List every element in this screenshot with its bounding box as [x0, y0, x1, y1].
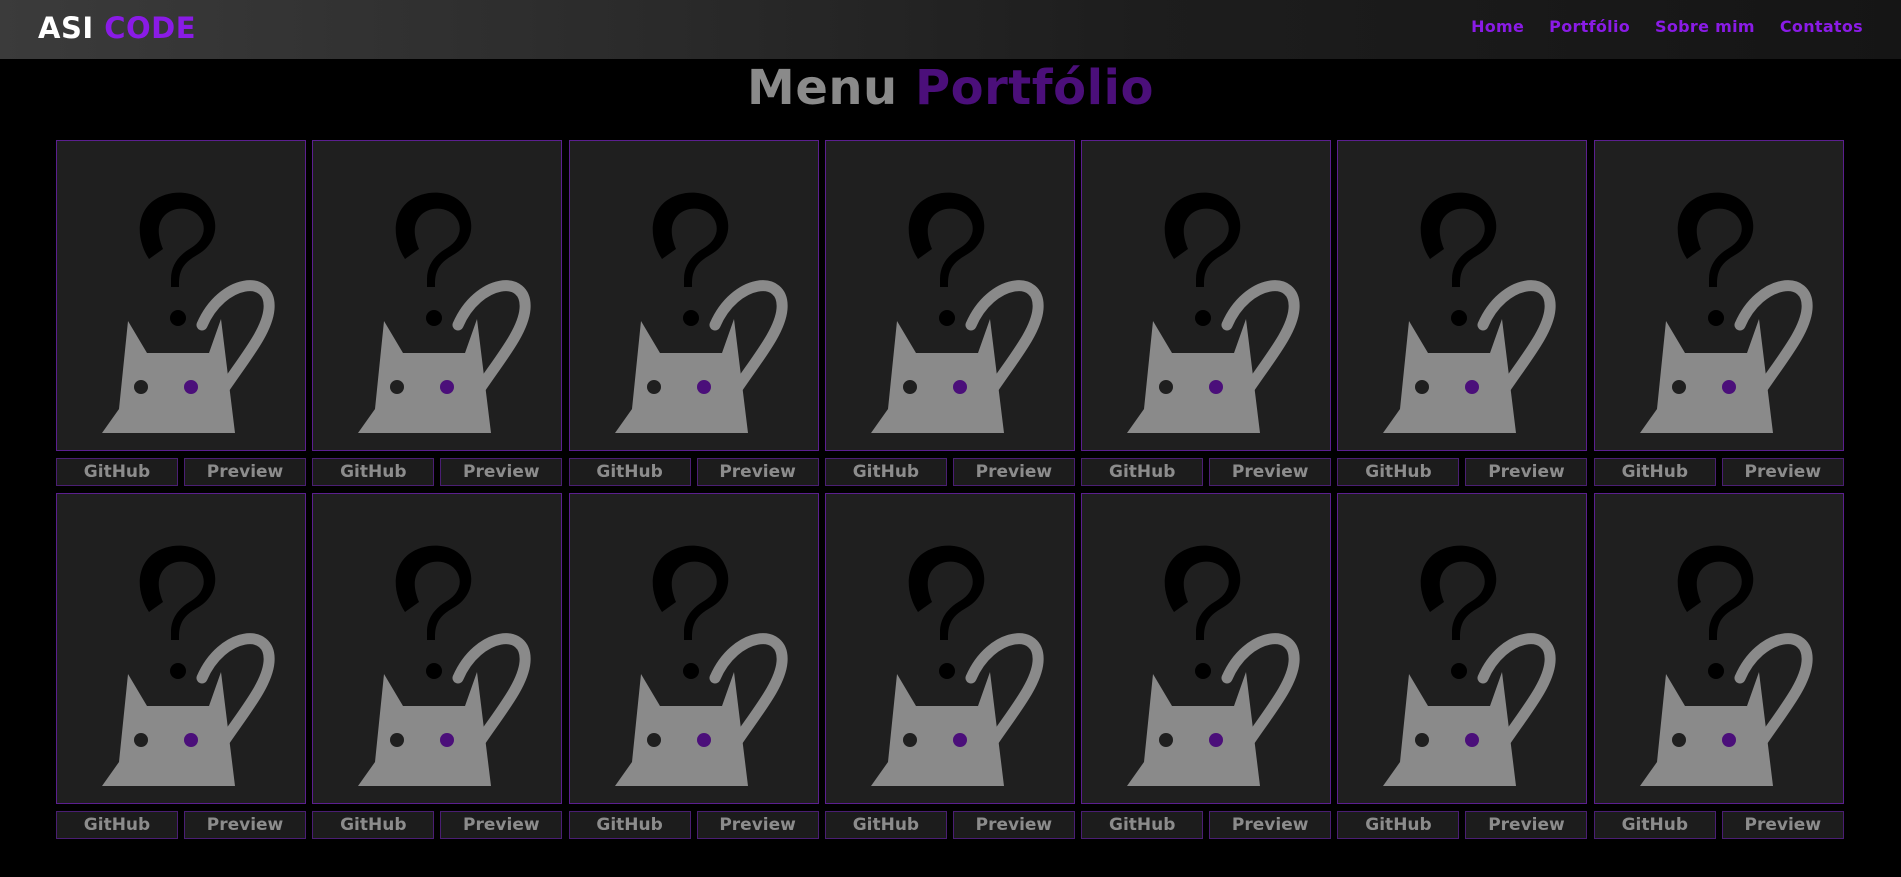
nav-link-home[interactable]: Home — [1471, 17, 1524, 37]
preview-button[interactable]: Preview — [696, 458, 819, 486]
preview-button[interactable]: Preview — [952, 458, 1075, 486]
project-buttons: GitHub Preview — [1081, 811, 1332, 839]
project-thumbnail[interactable] — [56, 140, 306, 451]
github-button[interactable]: GitHub — [312, 811, 435, 839]
project-buttons: GitHub Preview — [1081, 458, 1332, 486]
project-thumbnail[interactable] — [824, 140, 1075, 451]
github-button[interactable]: GitHub — [568, 811, 691, 839]
project-thumbnail[interactable] — [312, 493, 563, 804]
preview-button[interactable]: Preview — [1209, 811, 1332, 839]
project-buttons: GitHub Preview — [568, 811, 819, 839]
nav-link-contacts[interactable]: Contatos — [1780, 17, 1863, 37]
preview-button[interactable]: Preview — [1721, 811, 1844, 839]
preview-button[interactable]: Preview — [1465, 458, 1588, 486]
project-thumbnail[interactable] — [568, 493, 819, 804]
project-thumbnail[interactable] — [56, 493, 306, 804]
github-button[interactable]: GitHub — [568, 458, 691, 486]
page-title: Menu Portfólio — [0, 58, 1901, 118]
project-thumbnail[interactable] — [1081, 493, 1332, 804]
top-navbar: ASI CODE Home Portfólio Sobre mim Contat… — [0, 0, 1901, 59]
github-button[interactable]: GitHub — [56, 811, 178, 839]
preview-button[interactable]: Preview — [1465, 811, 1588, 839]
preview-button[interactable]: Preview — [1721, 458, 1844, 486]
site-logo[interactable]: ASI CODE — [38, 10, 196, 46]
nav-link-about[interactable]: Sobre mim — [1655, 17, 1755, 37]
preview-button[interactable]: Preview — [1209, 458, 1332, 486]
project-buttons: GitHub Preview — [1337, 811, 1588, 839]
main-nav: Home Portfólio Sobre mim Contatos — [1471, 17, 1863, 37]
project-card: GitHub Preview — [56, 140, 306, 486]
github-button[interactable]: GitHub — [824, 458, 947, 486]
github-button[interactable]: GitHub — [1081, 458, 1204, 486]
project-card: GitHub Preview — [1337, 493, 1588, 839]
project-buttons: GitHub Preview — [56, 811, 306, 839]
project-thumbnail[interactable] — [568, 140, 819, 451]
project-thumbnail[interactable] — [1081, 140, 1332, 451]
page-title-part2: Portfólio — [914, 60, 1154, 116]
project-buttons: GitHub Preview — [312, 811, 563, 839]
logo-text-accent: CODE — [104, 11, 197, 45]
nav-link-portfolio[interactable]: Portfólio — [1549, 17, 1630, 37]
logo-text-primary: ASI — [38, 11, 94, 45]
preview-button[interactable]: Preview — [696, 811, 819, 839]
github-button[interactable]: GitHub — [56, 458, 178, 486]
project-card: GitHub Preview — [568, 140, 819, 486]
project-thumbnail[interactable] — [1593, 140, 1844, 451]
github-button[interactable]: GitHub — [1337, 458, 1460, 486]
project-thumbnail[interactable] — [824, 493, 1075, 804]
project-card: GitHub Preview — [1593, 493, 1844, 839]
project-card: GitHub Preview — [56, 493, 306, 839]
project-card: GitHub Preview — [824, 140, 1075, 486]
project-buttons: GitHub Preview — [1337, 458, 1588, 486]
project-thumbnail[interactable] — [312, 140, 563, 451]
project-card: GitHub Preview — [1337, 140, 1588, 486]
project-card: GitHub Preview — [1593, 140, 1844, 486]
github-button[interactable]: GitHub — [1593, 811, 1716, 839]
preview-button[interactable]: Preview — [440, 458, 563, 486]
preview-button[interactable]: Preview — [184, 458, 306, 486]
project-thumbnail[interactable] — [1337, 493, 1588, 804]
github-button[interactable]: GitHub — [824, 811, 947, 839]
project-card: GitHub Preview — [1081, 140, 1332, 486]
project-buttons: GitHub Preview — [824, 811, 1075, 839]
github-button[interactable]: GitHub — [312, 458, 435, 486]
project-card: GitHub Preview — [568, 493, 819, 839]
project-buttons: GitHub Preview — [824, 458, 1075, 486]
project-card: GitHub Preview — [312, 493, 563, 839]
projects-grid: GitHub Preview GitHub Preview GitHub Previe… — [56, 140, 1844, 839]
project-buttons: GitHub Preview — [1593, 458, 1844, 486]
preview-button[interactable]: Preview — [440, 811, 563, 839]
page-title-part1: Menu — [747, 60, 898, 116]
project-buttons: GitHub Preview — [568, 458, 819, 486]
project-card: GitHub Preview — [824, 493, 1075, 839]
github-button[interactable]: GitHub — [1081, 811, 1204, 839]
github-button[interactable]: GitHub — [1337, 811, 1460, 839]
preview-button[interactable]: Preview — [184, 811, 306, 839]
project-buttons: GitHub Preview — [1593, 811, 1844, 839]
preview-button[interactable]: Preview — [952, 811, 1075, 839]
project-card: GitHub Preview — [312, 140, 563, 486]
project-thumbnail[interactable] — [1593, 493, 1844, 804]
project-thumbnail[interactable] — [1337, 140, 1588, 451]
project-card: GitHub Preview — [1081, 493, 1332, 839]
project-buttons: GitHub Preview — [56, 458, 306, 486]
github-button[interactable]: GitHub — [1593, 458, 1716, 486]
project-buttons: GitHub Preview — [312, 458, 563, 486]
